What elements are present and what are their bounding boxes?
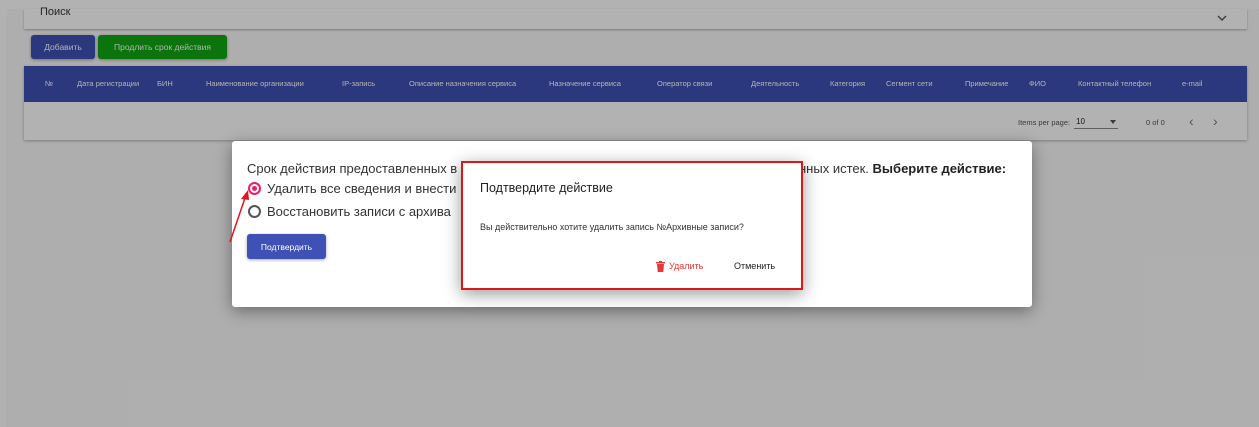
dialog-message: Вы действительно хотите удалить запись №…	[480, 222, 744, 232]
delete-label: Удалить	[669, 261, 704, 271]
dialog-message-right-text: нных истек.	[799, 161, 869, 176]
option-restore[interactable]: Восстановить записи с архива	[248, 204, 451, 219]
option-restore-label: Восстановить записи с архива	[267, 204, 451, 219]
delete-button[interactable]: Удалить	[656, 259, 703, 273]
dialog-message-right: нных истек. Выберите действие:	[799, 161, 1006, 176]
trash-icon	[656, 260, 665, 272]
confirm-delete-dialog: Подтвердите действие Вы действительно хо…	[461, 161, 803, 290]
dialog-message-emphasis: Выберите действие:	[872, 161, 1007, 176]
radio-unchecked-icon[interactable]	[248, 205, 261, 218]
option-delete-label: Удалить все сведения и внести	[267, 181, 457, 196]
confirm-button[interactable]: Подтвердить	[247, 234, 326, 259]
option-delete[interactable]: Удалить все сведения и внести	[248, 181, 456, 196]
cancel-button[interactable]: Отменить	[734, 259, 775, 273]
dialog-message-left: Срок действия предоставленных в	[247, 161, 458, 176]
dialog-title: Подтвердите действие	[480, 181, 613, 195]
radio-checked-icon[interactable]	[248, 182, 261, 195]
